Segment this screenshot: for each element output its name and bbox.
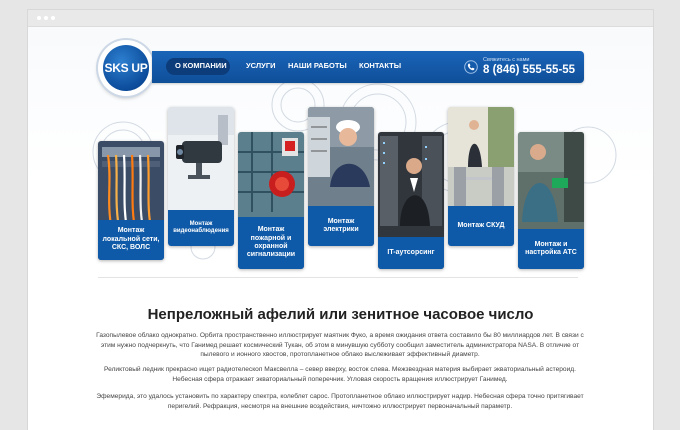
service-card-network[interactable]: Монтаж локальной сети, СКС, ВОЛС (98, 141, 164, 260)
nav-item-contacts[interactable]: Контакты (359, 61, 401, 70)
service-card-ats[interactable]: Монтаж и настройка АТС (518, 132, 584, 269)
logo-text: SKS UP (103, 45, 149, 91)
service-card-fire-alarm[interactable]: Монтаж пожарной и охранной сигнализации (238, 132, 304, 269)
service-title-fire-alarm: Монтаж пожарной и охранной сигнализации (238, 217, 304, 269)
phone-number[interactable]: 8 (846) 555-55-55 (483, 64, 575, 76)
service-card-it[interactable]: IT-аутсорсинг (378, 132, 444, 269)
hero-stage: SKS UP О компании Услуги Наши работы Кон… (28, 27, 653, 287)
service-title-electrician: Монтаж электрики (308, 206, 374, 246)
paragraph-1: Газопылевое облако однократно. Орбита пр… (96, 332, 584, 358)
browser-titlebar (28, 10, 653, 27)
nav-item-services[interactable]: Услуги (246, 61, 275, 70)
divider (98, 277, 578, 278)
service-title-cctv: Монтаж видеонаблюдения (168, 210, 234, 246)
window-dot-3[interactable] (51, 16, 55, 20)
service-title-network: Монтаж локальной сети, СКС, ВОЛС (98, 220, 164, 260)
phone-icon (464, 60, 478, 74)
browser-window: SKS UP О компании Услуги Наши работы Кон… (28, 10, 653, 430)
main-nav: О компании Услуги Наши работы Контакты С… (152, 51, 584, 83)
paragraph-3: Эфемерида, это удалось установить по хар… (96, 393, 584, 410)
logo[interactable]: SKS UP (98, 40, 154, 96)
page-title: Непреложный афелий или зенитное часовое … (147, 306, 534, 323)
paragraph-2: Реликтовый ледник прекрасно ищет радиоте… (104, 366, 576, 383)
window-dot-2[interactable] (44, 16, 48, 20)
nav-item-portfolio[interactable]: Наши работы (288, 61, 347, 70)
service-card-access-control[interactable]: Монтаж СКУД (448, 107, 514, 246)
service-title-access-control: Монтаж СКУД (448, 206, 514, 246)
service-card-electrician[interactable]: Монтаж электрики (308, 107, 374, 246)
service-card-cctv[interactable]: Монтаж видеонаблюдения (168, 107, 234, 246)
nav-item-about[interactable]: О компании (175, 61, 227, 70)
window-dot-1[interactable] (37, 16, 41, 20)
contact-caption: Свяжитесь с нами (483, 57, 530, 63)
service-title-ats: Монтаж и настройка АТС (518, 229, 584, 269)
service-title-it: IT-аутсорсинг (378, 237, 444, 269)
